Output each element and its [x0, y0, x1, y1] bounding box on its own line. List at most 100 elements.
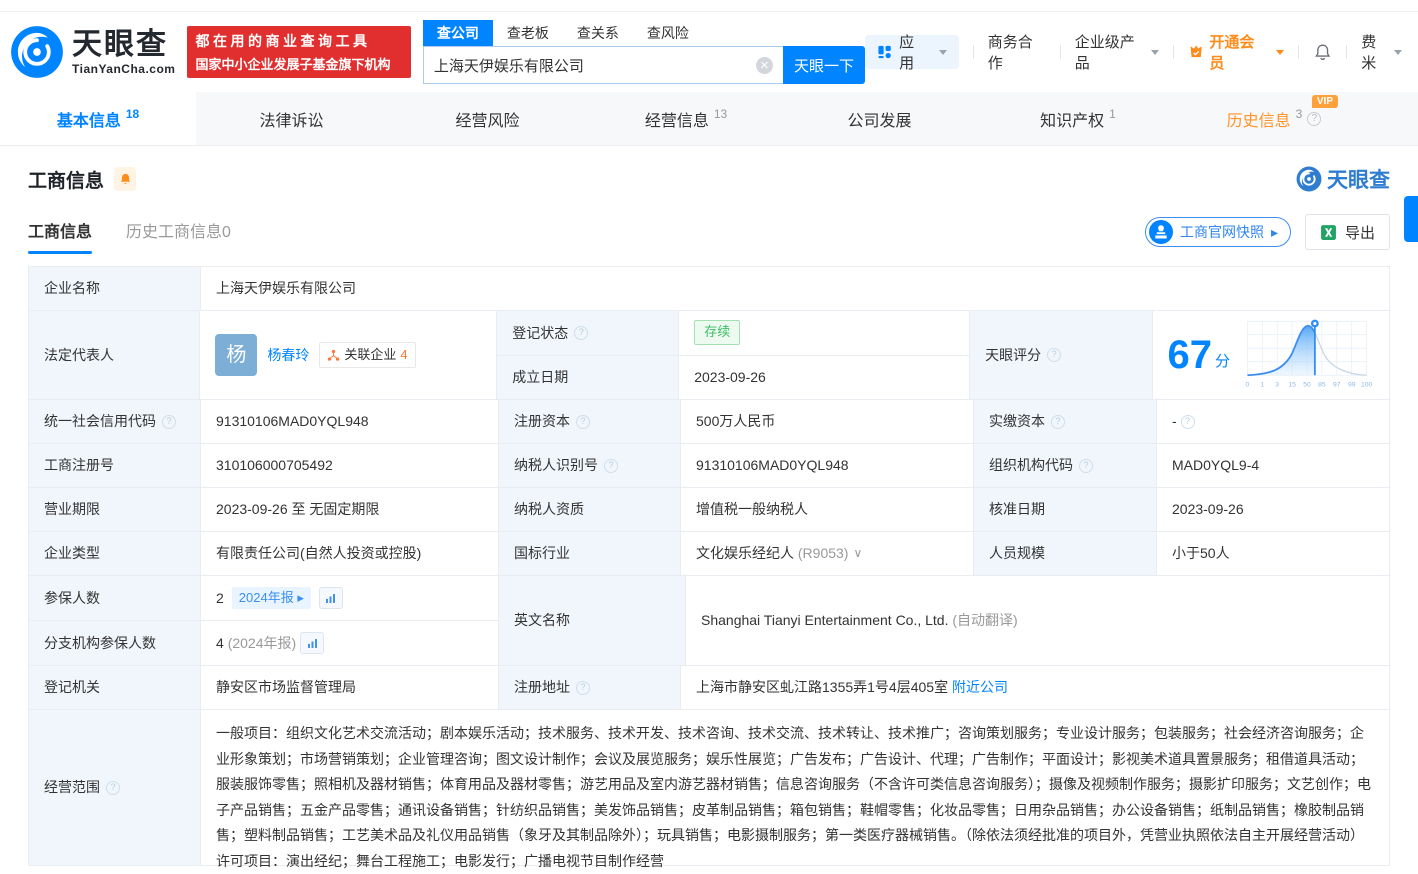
open-vip-menu[interactable]: 开通会员: [1188, 31, 1284, 73]
help-icon[interactable]: ?: [1307, 111, 1322, 126]
tianyancha-watermark: 天眼查: [1296, 164, 1390, 194]
side-feedback-widget[interactable]: [1404, 196, 1418, 242]
official-snapshot-button[interactable]: 工商官网快照 ▸: [1144, 217, 1291, 247]
help-icon[interactable]: ?: [162, 414, 176, 429]
establish-date-value: 2023-09-26: [694, 369, 766, 386]
field-label: 核准日期: [989, 501, 1045, 518]
table-row: 工商注册号 310106000705492 纳税人识别号? 91310106MA…: [29, 444, 1389, 488]
subtab-current-registration[interactable]: 工商信息: [28, 218, 93, 254]
score-distribution-chart[interactable]: 0 1 3 15 50 85 97 99 100: [1240, 319, 1374, 391]
svg-text:3: 3: [1275, 382, 1279, 389]
score-axis-ticks: 0 1 3 15 50 85 97 99 100: [1246, 382, 1373, 389]
tab-legal-litigation[interactable]: 法律诉讼: [196, 92, 392, 145]
section-title: 工商信息: [28, 170, 105, 192]
search-input[interactable]: [433, 56, 756, 74]
export-button[interactable]: 导出: [1304, 214, 1390, 250]
vip-badge: VIP: [1311, 95, 1338, 108]
tab-history-info[interactable]: VIP 历史信息 3 ?: [1176, 92, 1372, 145]
field-label: 注册资本: [514, 413, 570, 430]
table-row: 企业名称 上海天伊娱乐有限公司: [29, 267, 1389, 311]
tab-company-development[interactable]: 公司发展: [784, 92, 980, 145]
arrow-right-icon: ▸: [1270, 223, 1278, 240]
bell-icon: [120, 173, 130, 185]
user-menu[interactable]: 费米: [1361, 31, 1402, 73]
chevron-down-icon: [1394, 49, 1402, 55]
help-icon[interactable]: ?: [576, 414, 590, 429]
table-row: 营业期限 2023-09-26 至 无固定期限 纳税人资质 增值税一般纳税人 核…: [29, 488, 1389, 532]
svg-text:0: 0: [1246, 382, 1250, 389]
clear-search-icon[interactable]: ✕: [755, 56, 773, 74]
chevron-down-icon[interactable]: ∨: [853, 545, 862, 562]
tab-intellectual-property[interactable]: 知识产权 1: [980, 92, 1176, 145]
search-tabs: 查公司 查老板 查关系 查风险: [422, 20, 865, 46]
field-label: 纳税人识别号: [514, 457, 598, 474]
help-icon[interactable]: ?: [106, 780, 120, 795]
search-tab-relation[interactable]: 查关系: [563, 20, 633, 46]
search-tab-boss[interactable]: 查老板: [493, 20, 563, 46]
tab-operational-risk[interactable]: 经营风险: [392, 92, 588, 145]
monitor-bell-button[interactable]: [114, 167, 137, 191]
field-label: 法定代表人: [44, 346, 114, 363]
apps-menu[interactable]: 应用: [864, 34, 959, 72]
field-label: 登记机关: [44, 679, 100, 696]
search-box: ✕: [422, 46, 783, 84]
tianyancha-logo-icon: [1296, 166, 1322, 192]
banner-line2: 国家中小企业发展子基金旗下机构: [195, 57, 391, 72]
table-row: 登记机关 静安区市场监督管理局 注册地址? 上海市静安区虬江路1355弄1号4层…: [29, 666, 1389, 710]
field-label: 成立日期: [512, 369, 569, 386]
tab-basic-info[interactable]: 基本信息 18: [0, 92, 196, 145]
chevron-down-icon: [1151, 49, 1160, 55]
enterprise-product-menu[interactable]: 企业级产品: [1075, 31, 1160, 73]
related-companies-badge[interactable]: 关联企业 4: [319, 341, 416, 369]
nearby-companies-link[interactable]: 附近公司: [952, 677, 1008, 697]
company-tab-bar: 基本信息 18 法律诉讼 经营风险 经营信息 13 公司发展 知识产权 1 VIP 历…: [0, 92, 1418, 242]
field-label: 组织机构代码: [989, 457, 1073, 474]
top-divider: [0, 0, 1418, 12]
legal-rep-avatar[interactable]: 杨: [215, 334, 258, 376]
field-label: 企业名称: [44, 280, 100, 297]
svg-text:100: 100: [1361, 382, 1373, 389]
help-icon[interactable]: ?: [574, 325, 589, 340]
field-label: 企业类型: [44, 545, 100, 562]
field-label: 分支机构参保人数: [44, 634, 156, 651]
search-button[interactable]: 天眼一下: [782, 46, 865, 84]
field-label: 登记状态: [512, 324, 569, 341]
field-label: 国标行业: [514, 545, 570, 562]
username: 费米: [1361, 34, 1377, 72]
field-label: 天眼评分: [985, 346, 1042, 363]
search-tab-risk[interactable]: 查风险: [633, 20, 703, 46]
legal-rep-name-link[interactable]: 杨春玲: [267, 345, 309, 365]
field-label: 实缴资本: [989, 413, 1045, 430]
business-cooperation-link[interactable]: 商务合作: [988, 31, 1046, 73]
field-label: 营业期限: [44, 501, 100, 518]
tab-business-info[interactable]: 经营信息 13: [588, 92, 784, 145]
trend-chart-icon[interactable]: [318, 587, 343, 609]
score-unit: 分: [1215, 353, 1231, 371]
help-icon[interactable]: ?: [1079, 458, 1093, 473]
field-label: 工商注册号: [44, 457, 114, 474]
field-label: 注册地址: [514, 679, 570, 696]
field-label: 纳税人资质: [514, 501, 584, 518]
help-icon[interactable]: ?: [1047, 348, 1062, 362]
tyc-score-cell: 67 分 0 1 3 15 50 85 97 99 100: [1153, 311, 1390, 399]
search-tab-company[interactable]: 查公司: [422, 20, 493, 46]
banner-line1: 都在用的商业查询工具: [195, 33, 371, 49]
trend-chart-icon[interactable]: [300, 632, 325, 654]
help-icon[interactable]: ?: [1051, 414, 1065, 429]
promo-banner: 都在用的商业查询工具 国家中小企业发展子基金旗下机构: [187, 26, 411, 78]
tianyancha-logo[interactable]: 天眼查 TianYanCha.com: [10, 25, 175, 79]
registration-table: 企业名称 上海天伊娱乐有限公司 法定代表人 杨 杨春玲 关联企业 4 登记状态 …: [28, 266, 1390, 869]
annual-report-link[interactable]: 2024年报 ▸: [231, 586, 311, 610]
header: 天眼查 TianYanCha.com 都在用的商业查询工具 国家中小企业发展子基…: [0, 12, 1418, 92]
table-row: 企业类型 有限责任公司(自然人投资或控股) 国标行业 文化娱乐经纪人 (R905…: [29, 532, 1389, 576]
help-icon[interactable]: ?: [576, 680, 590, 695]
svg-text:15: 15: [1288, 382, 1296, 389]
field-label: 英文名称: [514, 612, 570, 629]
notification-bell-icon[interactable]: [1313, 41, 1332, 63]
help-icon[interactable]: ?: [604, 458, 618, 473]
brand-name: 天眼查: [72, 27, 168, 61]
help-icon[interactable]: ?: [1180, 414, 1195, 429]
search-area: 查公司 查老板 查关系 查风险 ✕ 天眼一下: [422, 20, 865, 84]
subtab-history-registration[interactable]: 历史工商信息0: [126, 218, 231, 254]
tianyancha-logo-icon: [11, 26, 63, 78]
